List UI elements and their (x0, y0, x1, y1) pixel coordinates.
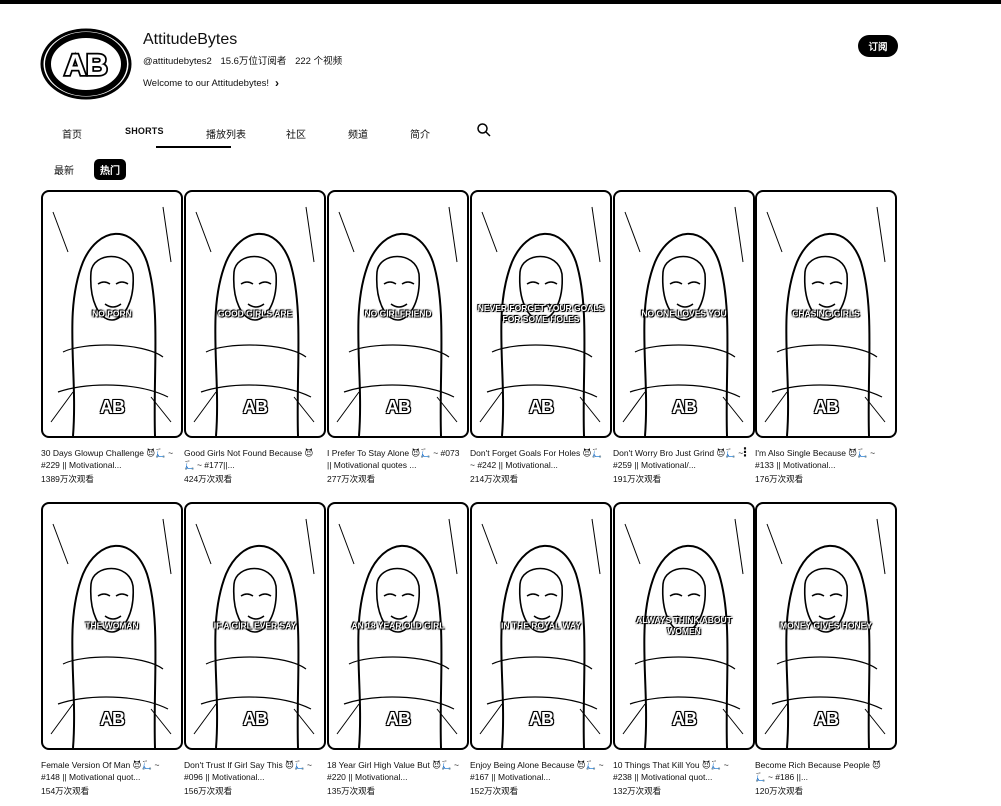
short-thumbnail[interactable]: NO PORN AB (41, 190, 183, 438)
channel-watermark: AB (672, 397, 697, 417)
short-card[interactable]: MONEY GIVES HONEY AB Become Rich Because… (755, 502, 897, 797)
channel-watermark: AB (814, 397, 839, 417)
short-title[interactable]: 10 Things That Kill You 😈🛴 ~ #238 || Mot… (613, 759, 753, 783)
short-views: 156万次观看 (184, 786, 233, 796)
channel-watermark: AB (814, 709, 839, 729)
channel-handle: @attitudebytes2 (143, 56, 212, 67)
short-thumbnail[interactable]: AN 18 YEAR OLD GIRL AB (327, 502, 469, 750)
short-thumbnail[interactable]: NO GIRLFRIEND AB (327, 190, 469, 438)
short-title[interactable]: Don't Worry Bro Just Grind 😈🛴 ~ #259 || … (613, 447, 753, 471)
short-card[interactable]: AN 18 YEAR OLD GIRL AB 18 Year Girl High… (327, 502, 469, 797)
channel-description[interactable]: Welcome to our Attitudebytes! › (143, 76, 279, 90)
tab-channels[interactable]: 频道 (348, 126, 368, 141)
channel-tabs: 首页 SHORTS 播放列表 社区 频道 简介 (46, 122, 506, 148)
more-options-icon[interactable]: ⋮ (739, 446, 887, 458)
short-title[interactable]: Become Rich Because People 😈🛴 ~ #186 ||.… (755, 759, 895, 783)
short-overlay-text: NO GIRLFRIEND (364, 308, 432, 319)
short-card[interactable]: IF A GIRL EVER SAY AB Don't Trust If Gir… (184, 502, 326, 797)
short-card[interactable]: THE WOMAN AB Female Version Of Man 😈🛴 ~ … (41, 502, 183, 797)
short-card[interactable]: CHASING GIRLS AB I'm Also Single Because… (755, 190, 897, 485)
chip-popular[interactable]: 热门 (94, 159, 126, 180)
short-overlay-text: NO ONE LOVES YOU (641, 308, 727, 319)
channel-watermark: AB (243, 397, 268, 417)
video-count: 222 个视频 (295, 56, 343, 67)
short-overlay-text: THE WOMAN (85, 620, 139, 631)
channel-name: AttitudeBytes (143, 31, 238, 48)
chevron-right-icon: › (275, 76, 280, 90)
short-card[interactable]: NO GIRLFRIEND AB I Prefer To Stay Alone … (327, 190, 469, 485)
short-card[interactable]: GOOD GIRLS ARE AB Good Girls Not Found B… (184, 190, 326, 485)
short-overlay-text: GOOD GIRLS ARE (217, 308, 293, 319)
short-title[interactable]: Don't Trust If Girl Say This 😈🛴 ~ #096 |… (184, 759, 324, 783)
short-overlay-text: ALWAYS THINK ABOUT WOMEN (636, 615, 732, 636)
short-views: 152万次观看 (470, 786, 519, 796)
channel-watermark: AB (529, 709, 554, 729)
short-thumbnail[interactable]: IN THE ROYAL WAY AB (470, 502, 612, 750)
short-views: 1389万次观看 (41, 474, 94, 484)
channel-watermark: AB (243, 709, 268, 729)
short-title[interactable]: Good Girls Not Found Because 😈🛴 ~ #177||… (184, 447, 324, 471)
tab-shorts[interactable]: SHORTS (125, 126, 164, 136)
short-overlay-text: IF A GIRL EVER SAY (213, 620, 297, 631)
short-thumbnail[interactable]: THE WOMAN AB (41, 502, 183, 750)
short-card[interactable]: NO PORN AB 30 Days Glowup Challenge 😈🛴 ~… (41, 190, 183, 485)
short-views: 214万次观看 (470, 474, 519, 484)
short-title[interactable]: 18 Year Girl High Value But 😈🛴 ~ #220 ||… (327, 759, 467, 783)
tab-playlists[interactable]: 播放列表 (206, 126, 246, 141)
short-title[interactable]: Enjoy Being Alone Because 😈🛴 ~ #167 || M… (470, 759, 610, 783)
short-views: 176万次观看 (755, 474, 804, 484)
short-overlay-text: IN THE ROYAL WAY (501, 620, 581, 631)
short-overlay-text: AN 18 YEAR OLD GIRL (351, 620, 445, 631)
channel-avatar[interactable]: AB (40, 28, 132, 100)
search-icon[interactable] (476, 122, 492, 138)
short-views: 191万次观看 (613, 474, 662, 484)
short-views: 135万次观看 (327, 786, 376, 796)
tab-community[interactable]: 社区 (286, 126, 306, 141)
short-thumbnail[interactable]: CHASING GIRLS AB (755, 190, 897, 438)
short-overlay-text: CHASING GIRLS (792, 308, 860, 319)
short-title[interactable]: Don't Forget Goals For Holes 😈🛴 ~ #242 |… (470, 447, 610, 471)
tab-home[interactable]: 首页 (62, 126, 82, 141)
channel-meta: @attitudebytes2 15.6万位订阅者 222 个视频 (143, 53, 348, 67)
short-card[interactable]: ALWAYS THINK ABOUT WOMEN AB 10 Things Th… (613, 502, 755, 797)
subscriber-count: 15.6万位订阅者 (220, 56, 287, 67)
channel-watermark: AB (386, 397, 411, 417)
short-title[interactable]: Female Version Of Man 😈🛴 ~ #148 || Motiv… (41, 759, 181, 783)
short-views: 424万次观看 (184, 474, 233, 484)
short-overlay-text: NEVER FORGET YOUR GOALS FOR SOME HOLES (477, 303, 605, 324)
short-thumbnail[interactable]: IF A GIRL EVER SAY AB (184, 502, 326, 750)
tab-about[interactable]: 简介 (410, 126, 430, 141)
short-thumbnail[interactable]: ALWAYS THINK ABOUT WOMEN AB (613, 502, 755, 750)
channel-watermark: AB (100, 709, 125, 729)
active-tab-indicator (156, 146, 231, 148)
channel-description-text: Welcome to our Attitudebytes! (143, 77, 270, 89)
short-thumbnail[interactable]: NO ONE LOVES YOU AB (613, 190, 755, 438)
short-card[interactable]: IN THE ROYAL WAY AB Enjoy Being Alone Be… (470, 502, 612, 797)
short-overlay-text: MONEY GIVES HONEY (780, 620, 872, 631)
short-thumbnail[interactable]: MONEY GIVES HONEY AB (755, 502, 897, 750)
short-views: 154万次观看 (41, 786, 90, 796)
avatar-text: AB (64, 49, 107, 82)
channel-watermark: AB (100, 397, 125, 417)
channel-watermark: AB (386, 709, 411, 729)
short-title[interactable]: I Prefer To Stay Alone 😈🛴 ~ #073 || Moti… (327, 447, 467, 471)
short-views: 132万次观看 (613, 786, 662, 796)
avatar-logo-icon: AB (40, 28, 132, 100)
short-title[interactable]: 30 Days Glowup Challenge 😈🛴 ~ #229 || Mo… (41, 447, 181, 471)
short-thumbnail[interactable]: NEVER FORGET YOUR GOALS FOR SOME HOLES A… (470, 190, 612, 438)
short-card[interactable]: NEVER FORGET YOUR GOALS FOR SOME HOLES A… (470, 190, 612, 485)
channel-watermark: AB (672, 709, 697, 729)
chip-latest[interactable]: 最新 (48, 159, 80, 180)
window-top-border (0, 0, 1001, 4)
short-views: 120万次观看 (755, 786, 804, 796)
subscribe-button[interactable]: 订阅 (858, 35, 898, 57)
short-thumbnail[interactable]: GOOD GIRLS ARE AB (184, 190, 326, 438)
short-overlay-text: NO PORN (92, 308, 132, 319)
short-views: 277万次观看 (327, 474, 376, 484)
channel-watermark: AB (529, 397, 554, 417)
short-card[interactable]: NO ONE LOVES YOU AB Don't Worry Bro Just… (613, 190, 755, 485)
sort-chips: 最新 热门 (48, 159, 126, 180)
